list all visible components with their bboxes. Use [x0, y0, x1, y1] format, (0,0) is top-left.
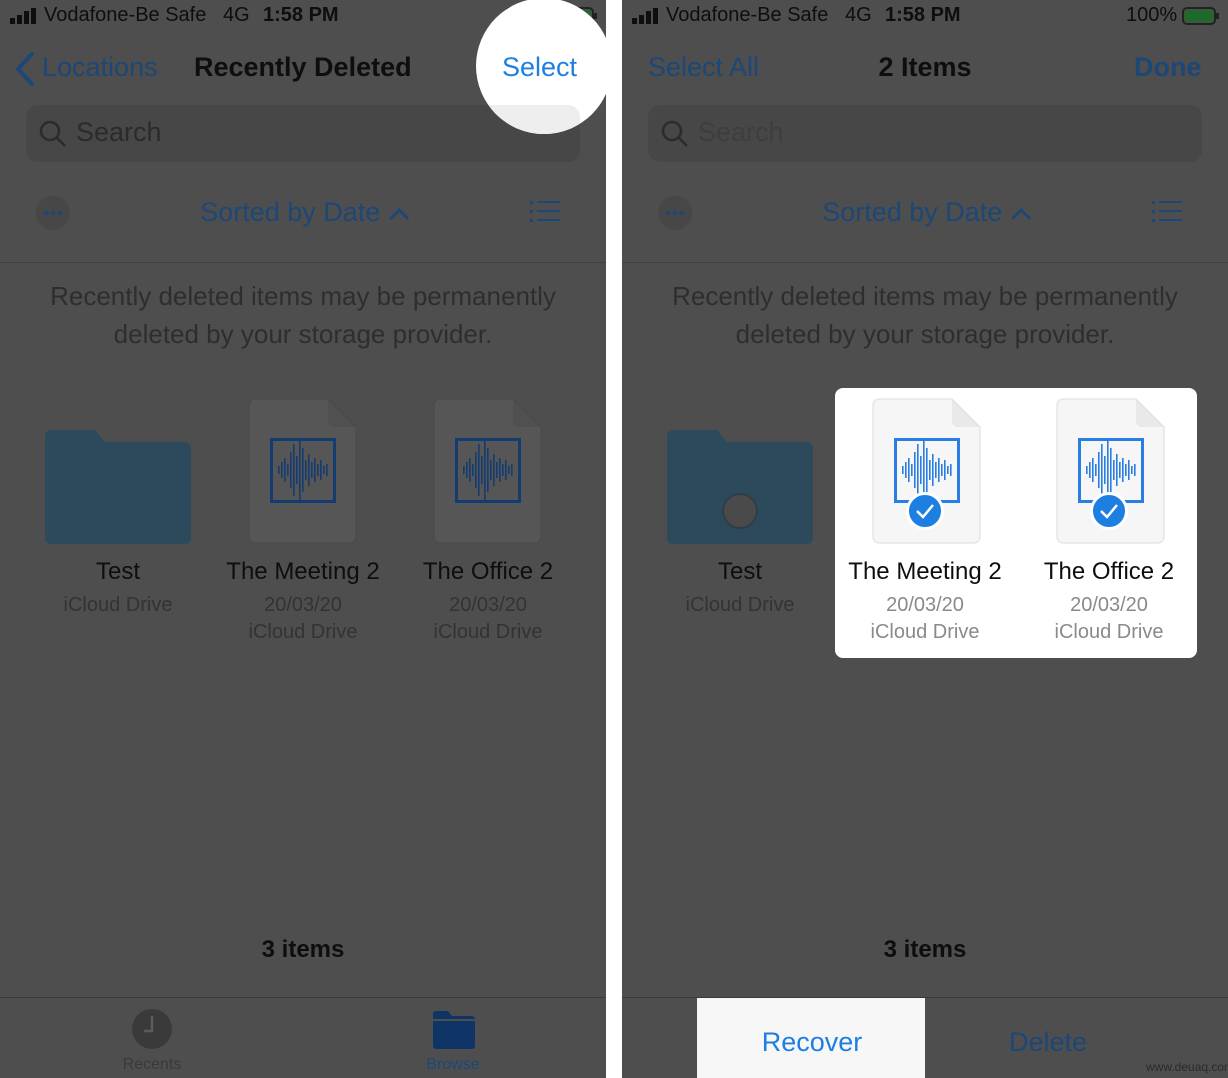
- search-icon: [39, 120, 66, 147]
- item-location: iCloud Drive: [685, 594, 795, 616]
- item-date: 20/03/20: [264, 594, 342, 616]
- info-line-1: Recently deleted items may be permanentl…: [672, 281, 1178, 311]
- item-name: The Meeting 2: [226, 558, 380, 585]
- sort-button[interactable]: Sorted by Date: [822, 197, 1032, 228]
- checkmark-selected-icon: [906, 492, 944, 530]
- item-location: iCloud Drive: [248, 621, 358, 643]
- divider: [0, 262, 606, 263]
- item-location: iCloud Drive: [63, 594, 173, 616]
- item-date: 20/03/20: [1070, 594, 1148, 616]
- folder-icon: [667, 430, 813, 544]
- clock: 1:58 PM: [263, 4, 339, 26]
- page-title: Recently Deleted: [194, 52, 412, 82]
- chevron-up-icon: [1010, 207, 1031, 220]
- checkmark-selected-icon: [1090, 492, 1128, 530]
- item-name: Test: [717, 558, 763, 585]
- item-count: 3 items: [261, 936, 345, 963]
- page-title: 2 Items: [878, 52, 972, 82]
- info-line-2: deleted by your storage provider.: [113, 319, 493, 349]
- clock-icon: [132, 1009, 172, 1049]
- item-date: 20/03/20: [886, 594, 964, 616]
- item-name: Test: [95, 558, 141, 585]
- sort-label: Sorted by Date: [200, 197, 381, 227]
- more-options-icon[interactable]: [36, 196, 70, 230]
- network: 4G: [845, 4, 872, 26]
- battery-percent: 100%: [1126, 4, 1178, 26]
- tab-bar-divider: [0, 997, 606, 998]
- search-icon: [661, 120, 688, 147]
- sort-button[interactable]: Sorted by Date: [200, 197, 410, 228]
- select-button[interactable]: Select: [502, 52, 577, 83]
- done-button[interactable]: Done: [1134, 52, 1202, 83]
- right-screen: Vodafone-Be Safe 4G 1:58 PM 100% Select …: [622, 0, 1228, 1078]
- item-location: iCloud Drive: [870, 621, 980, 643]
- audio-file-icon: [248, 398, 357, 544]
- signal-icon: [632, 8, 658, 24]
- watermark: www.deuaq.com: [1146, 1060, 1228, 1074]
- recover-label: Recover: [761, 1027, 863, 1057]
- carrier: Vodafone-Be Safe: [44, 4, 207, 26]
- back-button[interactable]: Locations: [42, 52, 158, 83]
- item-count: 3 items: [883, 936, 967, 963]
- item-name: The Office 2: [422, 558, 554, 585]
- list-view-icon[interactable]: [530, 200, 560, 224]
- sort-label: Sorted by Date: [822, 197, 1003, 227]
- network: 4G: [223, 4, 250, 26]
- search-placeholder: Search: [76, 117, 162, 147]
- search-placeholder: Search: [698, 117, 784, 147]
- folder-icon: [433, 1011, 475, 1049]
- info-line-2: deleted by your storage provider.: [735, 319, 1115, 349]
- item-location: iCloud Drive: [1054, 621, 1164, 643]
- info-line-1: Recently deleted items may be permanentl…: [50, 281, 556, 311]
- item-name: The Office 2: [1043, 558, 1175, 585]
- tab-label: Browse: [426, 1056, 480, 1073]
- left-screen: Vodafone-Be Safe 4G 1:58 PM 100% Locatio…: [0, 0, 606, 1078]
- back-chevron-icon[interactable]: [14, 52, 36, 86]
- tab-label: Recents: [122, 1056, 182, 1073]
- item-name: The Meeting 2: [848, 558, 1002, 585]
- select-all-button[interactable]: Select All: [648, 52, 759, 83]
- list-view-icon[interactable]: [1152, 200, 1182, 224]
- chevron-up-icon: [388, 207, 409, 220]
- clock: 1:58 PM: [885, 4, 961, 26]
- audio-file-icon: [433, 398, 542, 544]
- item-date: 20/03/20: [449, 594, 527, 616]
- carrier: Vodafone-Be Safe: [666, 4, 829, 26]
- item-location: iCloud Drive: [433, 621, 543, 643]
- battery-icon: [1182, 7, 1219, 25]
- signal-icon: [10, 8, 36, 24]
- more-options-icon[interactable]: [658, 196, 692, 230]
- folder-icon: [45, 430, 191, 544]
- delete-button[interactable]: Delete: [1009, 1027, 1087, 1058]
- divider: [622, 262, 1228, 263]
